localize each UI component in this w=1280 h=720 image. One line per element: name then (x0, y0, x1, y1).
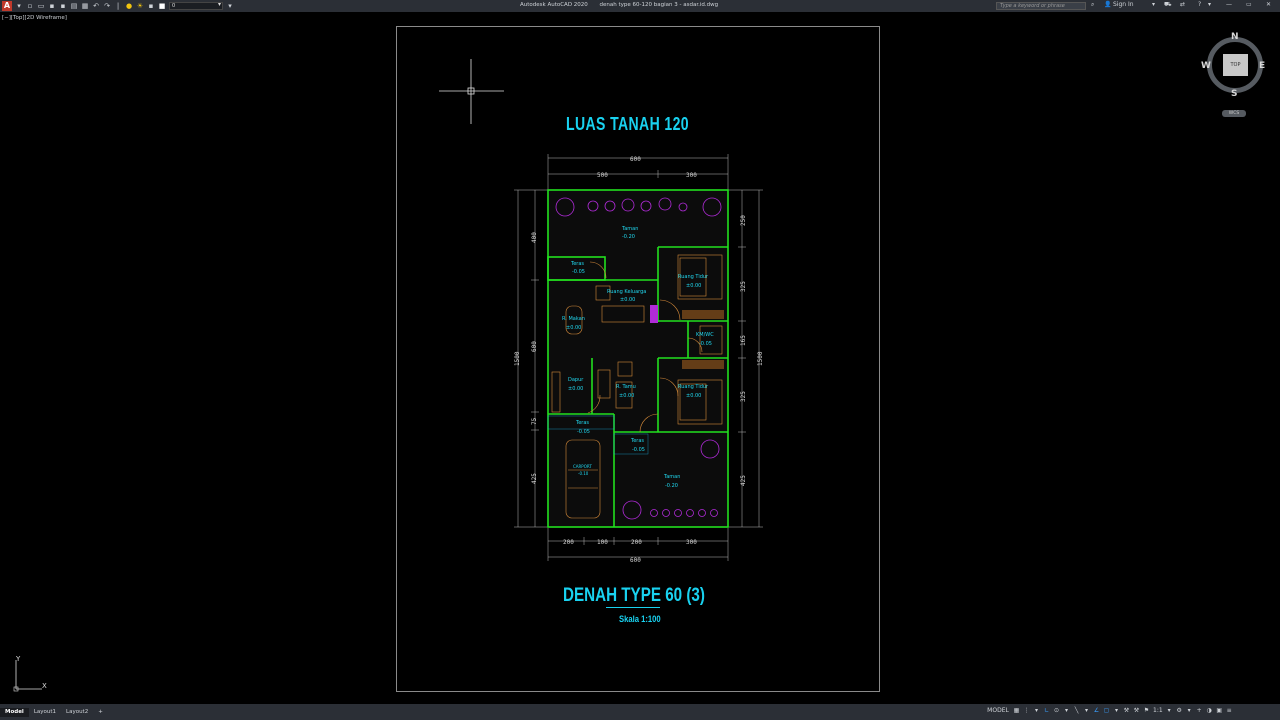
object-snap-tracking-icon[interactable]: ∠ (1093, 707, 1100, 715)
room-name: Ruang Tidur (678, 274, 709, 280)
room-level: -0.20 (665, 483, 678, 489)
status-toggles: MODEL ▦ ⋮ ▾ ∟ ⊙ ▾ ╲ ▾ ∠ ▢ ▾ ⚒ ⚒ ⚑ 1:1 ▾ … (986, 707, 1233, 715)
room-name: Dapur (568, 377, 584, 383)
dim-bottom-total: 600 (630, 557, 641, 564)
grid-icon[interactable]: ▦ (1013, 707, 1020, 715)
auto-scale-icon[interactable]: ⚒ (1133, 707, 1140, 715)
room-level: ±0.00 (620, 297, 635, 303)
isolate-objects-icon[interactable]: ◑ (1206, 707, 1213, 715)
dim-top-left: 500 (597, 172, 608, 179)
room-level: -0.05 (572, 269, 585, 275)
chevron-down-icon[interactable]: ▾ (1166, 707, 1173, 715)
dim-left-3: 75 (531, 417, 538, 425)
dim-bottom-2: 100 (597, 539, 608, 546)
dim-bottom-3: 200 (631, 539, 642, 546)
chevron-down-icon[interactable]: ▾ (1083, 707, 1090, 715)
clean-screen-icon[interactable]: ▣ (1216, 707, 1223, 715)
dim-right-1: 250 (740, 215, 747, 226)
polar-icon[interactable]: ⊙ (1053, 707, 1060, 715)
dim-left-4: 425 (531, 473, 538, 484)
room-name: R. Makan (562, 316, 585, 322)
dim-right-2: 325 (740, 281, 747, 292)
customization-icon[interactable]: ≡ (1226, 707, 1233, 715)
compass-north[interactable]: N (1231, 32, 1239, 42)
dim-bottom-1: 200 (563, 539, 574, 546)
object-snap-icon[interactable]: ▢ (1103, 707, 1110, 715)
room-name: Ruang Tidur (678, 384, 709, 390)
scale-value[interactable]: 1:1 (1153, 707, 1163, 715)
tab-layout1[interactable]: Layout1 (29, 708, 61, 717)
viewcube-top-face[interactable]: TOP (1223, 54, 1248, 76)
dim-right-3: 165 (740, 335, 747, 346)
room-level: -0.10 (578, 471, 589, 476)
compass-east[interactable]: E (1259, 61, 1265, 71)
drawing-scale: Skala 1:100 (619, 614, 661, 624)
dim-right-5: 425 (740, 475, 747, 486)
compass-west[interactable]: W (1201, 61, 1211, 71)
status-bar: Model Layout1 Layout2 + MODEL ▦ ⋮ ▾ ∟ ⊙ … (0, 704, 1280, 720)
room-level: ±0.00 (566, 325, 581, 331)
room-name: Teras (630, 438, 644, 444)
room-name: CARPORT (573, 464, 592, 469)
ortho-icon[interactable]: ∟ (1043, 707, 1050, 715)
chevron-down-icon[interactable]: ▾ (1186, 707, 1193, 715)
annotation-scale-icon[interactable]: ⚑ (1143, 707, 1150, 715)
dim-right-4: 325 (740, 391, 747, 402)
dim-left-1: 400 (531, 232, 538, 243)
room-name: Ruang Keluarga (607, 289, 646, 295)
chevron-down-icon[interactable]: ▾ (1063, 707, 1070, 715)
room-name: Taman (621, 226, 638, 232)
tab-model[interactable]: Model (0, 707, 29, 717)
isodraft-icon[interactable]: ╲ (1073, 707, 1080, 715)
room-level: ±0.00 (568, 386, 583, 392)
dim-left-2: 600 (531, 341, 538, 352)
room-level: ±0.00 (686, 393, 701, 399)
model-space-button[interactable]: MODEL (986, 707, 1010, 715)
ucs-y-label: Y (15, 655, 21, 663)
plus-icon[interactable]: + (1196, 707, 1203, 715)
room-name: Teras (575, 420, 589, 426)
dim-left-total: 1500 (514, 351, 521, 366)
gear-icon[interactable]: ⚙ (1176, 707, 1183, 715)
dim-right-total: 1500 (757, 351, 764, 366)
tab-layout2[interactable]: Layout2 (61, 708, 93, 717)
ucs-x-label: X (42, 682, 47, 690)
room-level: ±0.00 (686, 283, 701, 289)
crosshair-cursor (439, 59, 504, 124)
snap-icon[interactable]: ⋮ (1023, 707, 1030, 715)
wcs-menu[interactable]: WCS (1222, 110, 1246, 117)
room-name: Taman (663, 474, 680, 480)
dim-top-total: 600 (630, 156, 641, 163)
room-level: -0.05 (632, 447, 645, 453)
compass-south[interactable]: S (1231, 89, 1237, 99)
title-underline (606, 607, 660, 608)
floor-plan-drawing[interactable]: 600 500 300 600 200 100 200 300 400 600 … (0, 0, 1280, 720)
room-name: R. Tamu (616, 384, 636, 390)
drawing-title-top: LUAS TANAH 120 (566, 114, 690, 134)
room-name: KM/WC (696, 332, 714, 338)
ucs-icon: Y X (13, 655, 47, 692)
chevron-down-icon[interactable]: ▾ (1033, 707, 1040, 715)
room-level: -0.20 (622, 234, 635, 240)
dim-top-right: 300 (686, 172, 697, 179)
dim-bottom-4: 300 (686, 539, 697, 546)
room-name: Teras (570, 261, 584, 267)
chevron-down-icon[interactable]: ▾ (1113, 707, 1120, 715)
room-level: -0.05 (699, 341, 712, 347)
room-level: -0.05 (577, 429, 590, 435)
room-level: ±0.00 (619, 393, 634, 399)
add-layout-button[interactable]: + (93, 708, 108, 717)
annotation-visibility-icon[interactable]: ⚒ (1123, 707, 1130, 715)
drawing-title-bottom: DENAH TYPE 60 (3) (563, 585, 705, 606)
viewcube[interactable]: TOP N S E W (1201, 32, 1266, 99)
